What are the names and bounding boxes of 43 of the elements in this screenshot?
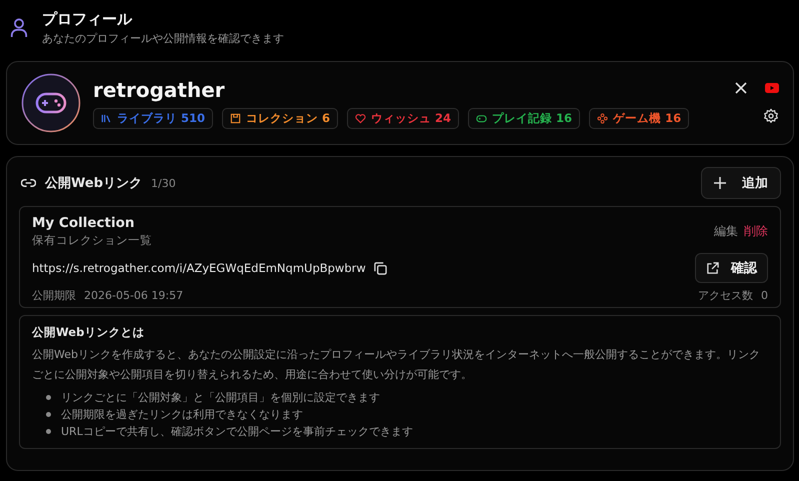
gamepad-icon bbox=[476, 112, 488, 124]
info-bullet: URLコピーで共有し、確認ボタンで公開ページを事前チェックできます bbox=[61, 424, 413, 439]
link-url: https://s.retrogather.com/i/AZyEGWqEdEmNqmUpBpwbrw bbox=[32, 261, 366, 275]
edit-link[interactable]: 編集 bbox=[714, 223, 738, 240]
delete-link[interactable]: 削除 bbox=[744, 223, 768, 240]
link-count: 1/30 bbox=[151, 176, 176, 190]
add-button[interactable]: 追加 bbox=[701, 167, 781, 199]
box-icon bbox=[230, 112, 242, 124]
page-title: プロフィール bbox=[42, 10, 134, 29]
books-icon bbox=[101, 112, 112, 124]
page-subtitle: あなたのプロフィールや公開情報を確認できます bbox=[42, 31, 284, 46]
expiry-label: 公開期限 bbox=[32, 288, 76, 303]
info-bullet: リンクごとに「公開対象」と「公開項目」を個別に設定できます bbox=[61, 390, 380, 405]
x-logo-icon[interactable] bbox=[735, 82, 747, 94]
section-title: 公開Webリンク bbox=[45, 175, 142, 192]
access-count: 0 bbox=[761, 289, 768, 302]
gamepad-avatar-icon bbox=[21, 73, 81, 133]
external-link-icon bbox=[706, 262, 719, 274]
stat-badge[interactable]: ゲーム機 16 bbox=[589, 108, 690, 128]
info-bullet: 公開期限を過ぎたリンクは利用できなくなります bbox=[61, 407, 303, 422]
link-icon bbox=[21, 178, 36, 188]
username: retrogather bbox=[93, 78, 226, 102]
bullet-icon bbox=[46, 412, 51, 417]
stat-badge[interactable]: ウィッシュ 24 bbox=[347, 108, 460, 128]
bullet-icon bbox=[46, 429, 51, 434]
dpad-icon bbox=[597, 112, 608, 124]
open-link-button[interactable]: 確認 bbox=[695, 253, 768, 283]
bullet-icon bbox=[46, 395, 51, 400]
settings-icon[interactable] bbox=[763, 108, 779, 124]
plus-icon bbox=[714, 177, 726, 189]
link-description: 保有コレクション一覧 bbox=[32, 233, 153, 248]
info-text: 公開Webリンクを作成すると、あなたの公開設定に沿ったプロフィールやライブラリ状況をインターネットへ一般公開することができます。リンクごとに公開対象や公開項目を切り替えられるため、用途に合わせて使い分けが可能です。 bbox=[32, 347, 761, 383]
stat-badge[interactable]: ライブラリ 510 bbox=[93, 108, 214, 128]
user-icon bbox=[10, 17, 28, 39]
expiry-date: 2026-05-06 19:57 bbox=[84, 289, 184, 302]
access-count-label: アクセス数 bbox=[698, 288, 753, 303]
info-title: 公開Webリンクとは bbox=[32, 325, 146, 340]
heart-icon bbox=[355, 112, 366, 124]
video-play-icon[interactable] bbox=[765, 83, 779, 93]
copy-icon[interactable] bbox=[374, 262, 387, 274]
stat-badge[interactable]: コレクション 6 bbox=[222, 108, 338, 128]
link-name: My Collection bbox=[32, 215, 136, 231]
stat-badge[interactable]: プレイ記録 16 bbox=[468, 108, 580, 128]
